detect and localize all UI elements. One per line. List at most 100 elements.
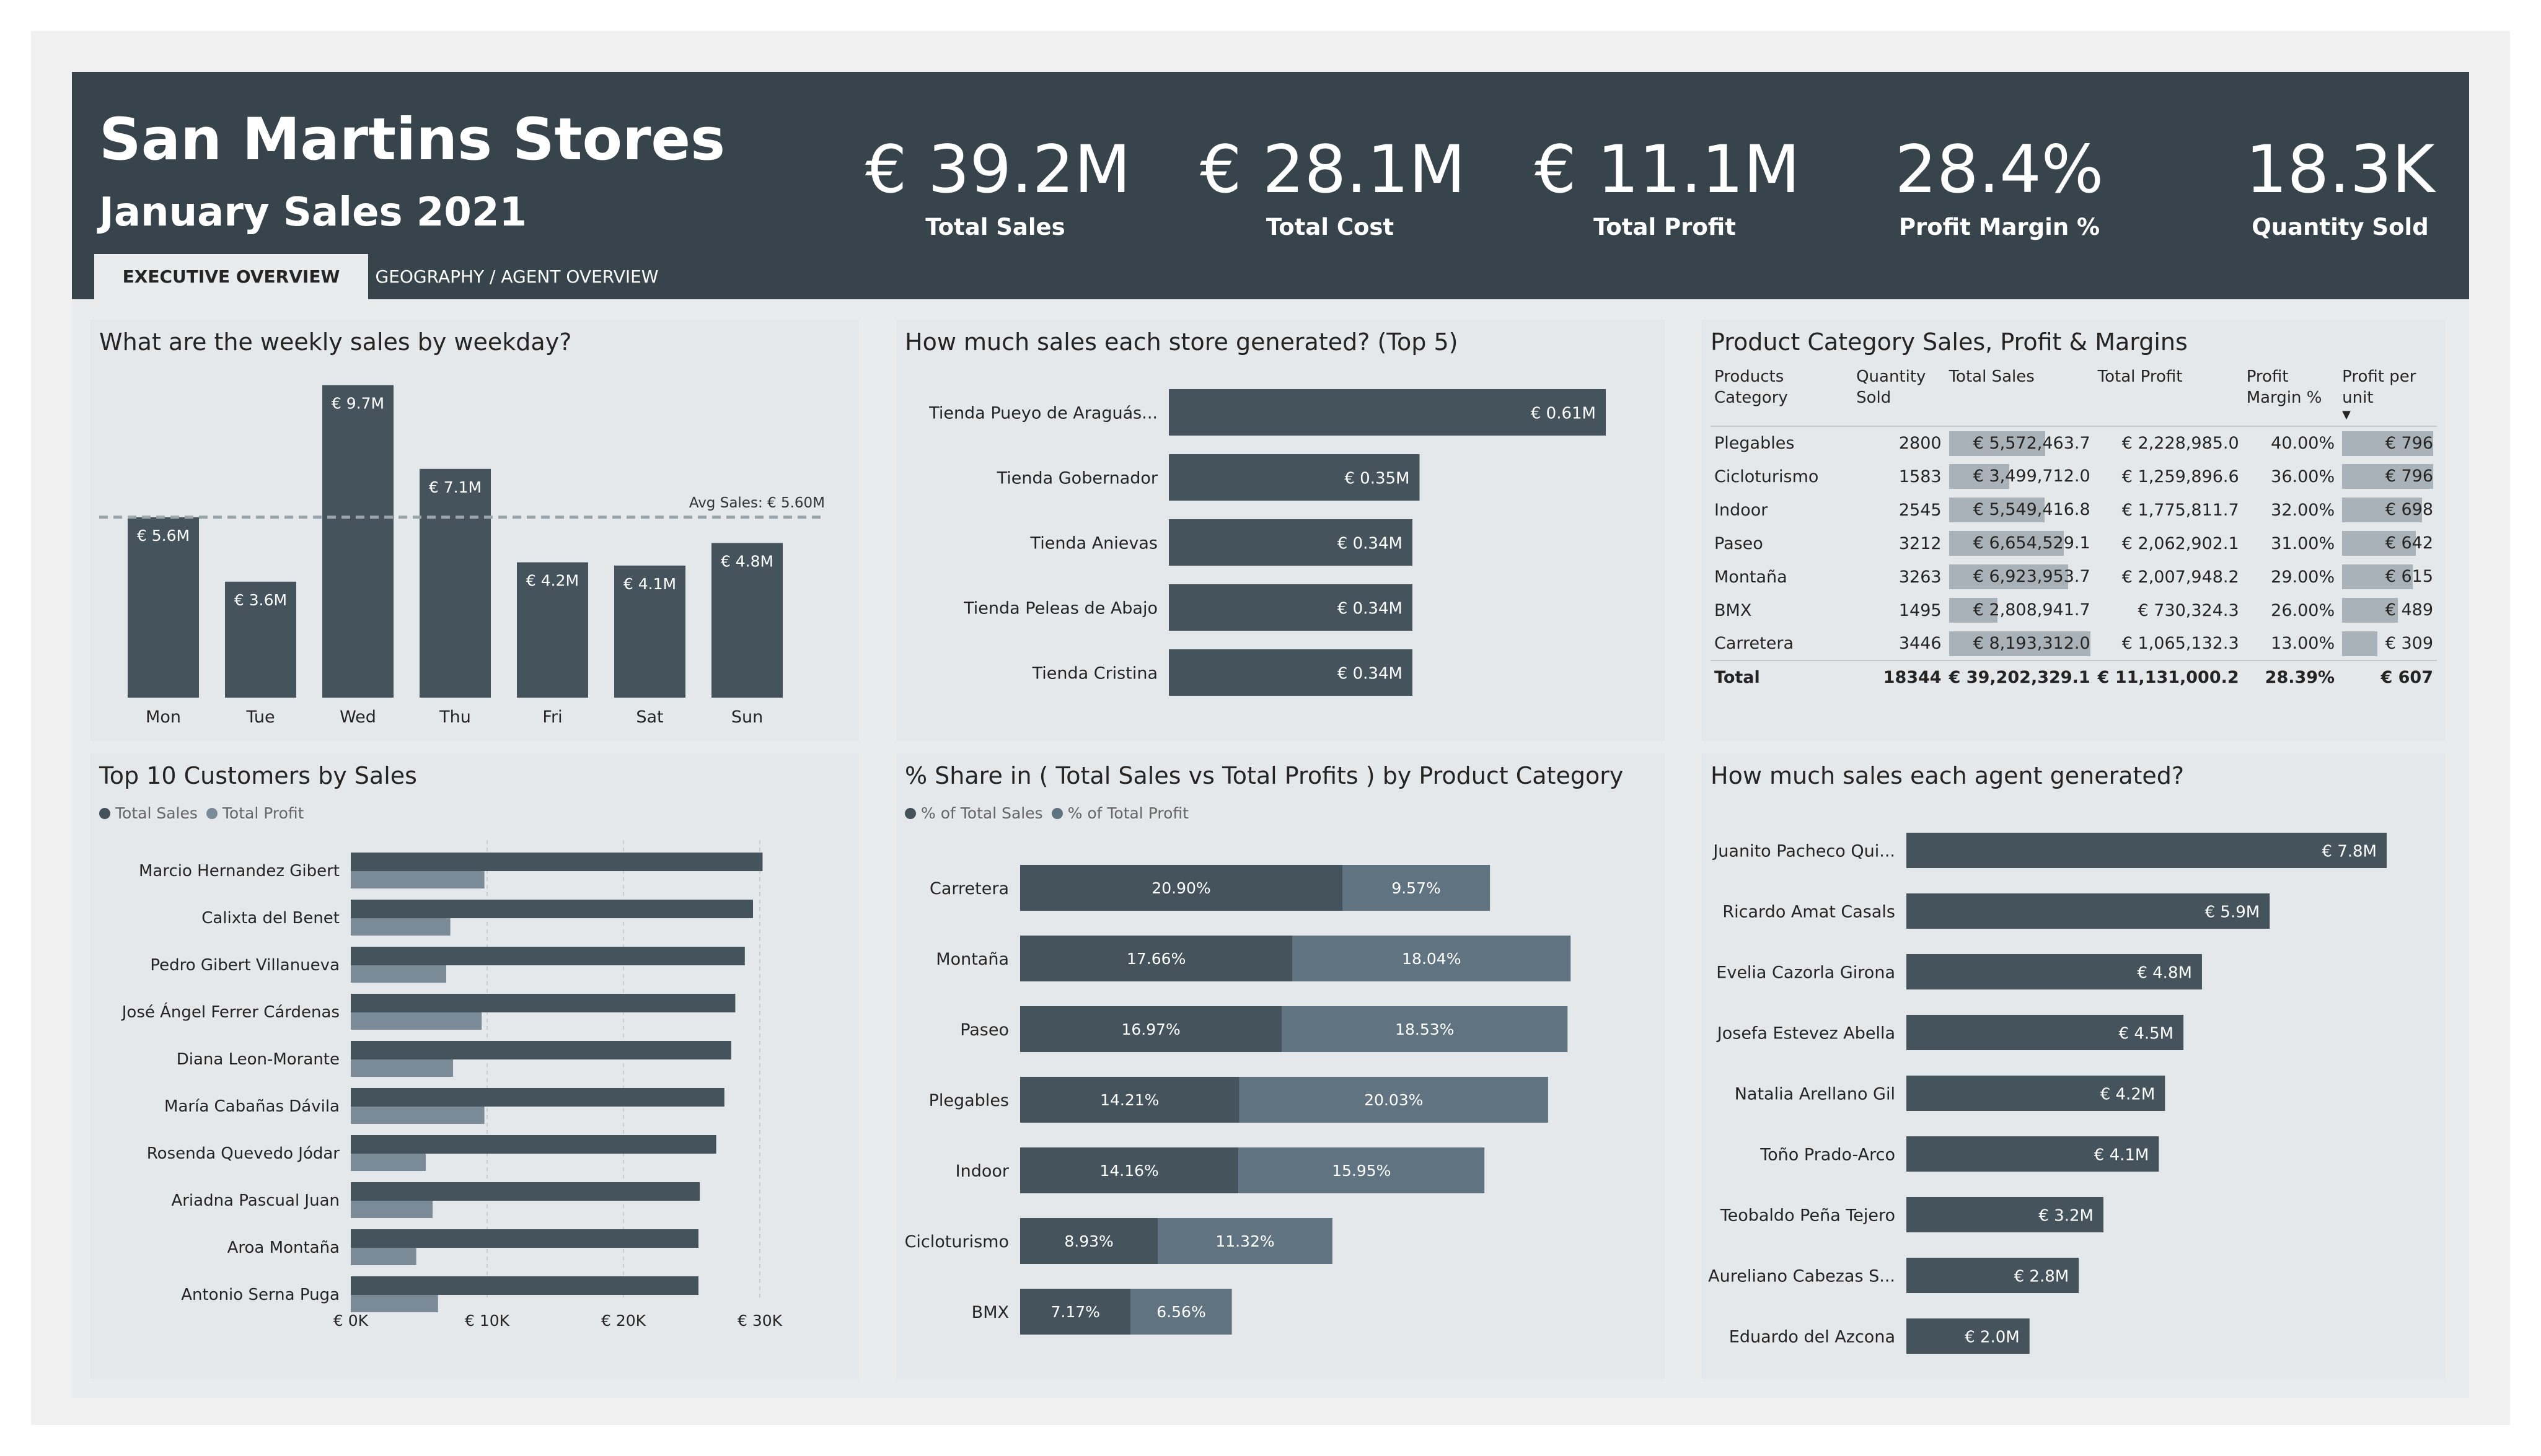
store-bar-label: € 0.35M [1344, 470, 1409, 488]
tab-geography-agent-overview[interactable]: GEOGRAPHY / AGENT OVERVIEW [368, 254, 666, 299]
cell-total-sales: € 5,572,463.7 [1945, 426, 2094, 460]
table-row[interactable]: Cicloturismo 1583 € 3,499,712.0 € 1,259,896… [1711, 460, 2437, 493]
customer-profit-bar-marcio-hernandez-gibert [351, 871, 485, 888]
customer-profit-bar-pedro-gibert-villanueva [351, 965, 446, 983]
customer-profit-bar-aroa-montana [351, 1248, 416, 1265]
databar-value: € 489 [2385, 600, 2433, 620]
customer-axis-label: Diana Leon-Morante [177, 1050, 340, 1069]
table-row[interactable]: Plegables 2800 € 5,572,463.7 € 2,228,985.0 4… [1711, 426, 2437, 460]
cell-total-sales: € 6,923,953.7 [1945, 560, 2094, 594]
weekday-axis-label: Wed [340, 708, 376, 727]
share-profit-label: 18.53% [1395, 1020, 1454, 1038]
store-sales-panel: How much sales each store generated? (To… [896, 320, 1665, 741]
store-bar-label: € 0.34M [1337, 665, 1403, 683]
kpi-total-sales: € 39.2M Total Sales [865, 133, 1131, 240]
cell-total-sales: € 3,499,712.0 [1945, 460, 2094, 493]
customer-sales-bar-aroa-montana [351, 1229, 698, 1248]
customer-profit-bar-ariadna-pascual-juan [351, 1201, 433, 1218]
databar-value: € 615 [2385, 567, 2433, 586]
total-margin: 28.39% [2242, 660, 2339, 694]
table-row[interactable]: Paseo 3212 € 6,654,529.1 € 2,062,902.1 31.00… [1711, 527, 2437, 560]
sort-down-icon[interactable]: ▼ [2342, 408, 2351, 422]
share-axis-label: Indoor [956, 1162, 1010, 1181]
share-profit-label: 6.56% [1156, 1303, 1205, 1321]
col-header-quantity[interactable]: Quantity Sold [1852, 367, 1945, 427]
agent-axis-label: Teobaldo Peña Tejero [1720, 1206, 1895, 1226]
customers-x-tick: € 10K [465, 1312, 510, 1330]
agent-axis-label: Ricardo Amat Casals [1722, 903, 1895, 922]
databar: € 2,808,941.7 [1949, 598, 2090, 623]
share-profit-label: 11.32% [1215, 1232, 1274, 1250]
top-customers-chart: € 0K € 10K € 20K € 30K Marcio Hernandez Gibe… [121, 840, 783, 1330]
cell-quantity: 2545 [1898, 500, 1942, 520]
databar: € 796 [2342, 464, 2433, 489]
share-panel: % Share in ( Total Sales vs Total Profit… [896, 753, 1665, 1379]
table-row[interactable]: Montaña 3263 € 6,923,953.7 € 2,007,948.2 29.… [1711, 560, 2437, 594]
cell-total-sales: € 6,654,529.1 [1945, 527, 2094, 560]
databar: € 3,499,712.0 [1949, 464, 2090, 489]
customers-x-tick: € 0K [333, 1312, 369, 1330]
cell-quantity: 1583 [1898, 467, 1942, 486]
store-axis-label: Tienda Peleas de Abajo [963, 599, 1158, 618]
share-axis-label: Carretera [930, 879, 1009, 898]
weekday-bar-thu [420, 468, 491, 698]
agent-bar-label: € 2.0M [1965, 1328, 2020, 1347]
share-axis-label: Paseo [960, 1020, 1009, 1040]
agent-bar-juanito-pacheco-qui [1906, 833, 2387, 868]
weekday-axis-label: Mon [146, 708, 181, 727]
databar-value: € 698 [2385, 500, 2433, 519]
col-header-category[interactable]: Products Category [1711, 367, 1853, 427]
customer-profit-bar-calixta-del-benet [351, 918, 451, 936]
databar: € 698 [2342, 498, 2433, 522]
weekday-bar-label: € 4.8M [721, 552, 773, 570]
kpi-label: Quantity Sold [2252, 213, 2429, 240]
customer-axis-label: José Ángel Ferrer Cárdenas [121, 1002, 340, 1022]
tab-executive-overview[interactable]: EXECUTIVE OVERVIEW [94, 254, 368, 299]
store-axis-label: Tienda Anievas [1030, 534, 1158, 553]
col-header-profit-per-unit-label: Profit per unit [2342, 367, 2416, 407]
total-label: Total [1711, 660, 1853, 694]
databar: € 309 [2342, 631, 2433, 656]
table-row[interactable]: Indoor 2545 € 5,549,416.8 € 1,775,811.7 32.0… [1711, 493, 2437, 527]
category-table-title: Product Category Sales, Profit & Margins [1711, 328, 2188, 356]
databar: € 5,549,416.8 [1949, 498, 2090, 522]
table-row[interactable]: BMX 1495 € 2,808,941.7 € 730,324.3 26.00% € 4… [1711, 594, 2437, 627]
total-profit-per-unit: € 607 [2338, 660, 2437, 694]
customer-sales-bar-marcio-hernandez-gibert [351, 853, 763, 871]
col-header-profit-per-unit[interactable]: Profit per unit ▼ [2338, 367, 2437, 427]
customer-sales-bar-antonio-serna-puga [351, 1276, 698, 1295]
databar: € 489 [2342, 598, 2433, 623]
weekday-axis-label: Sat [636, 708, 663, 727]
cell-quantity: 3263 [1898, 567, 1942, 587]
weekday-sales-chart: € 5.6M Mon € 3.6M Tue € 9.7M Wed € 7.1M Thu € 4.… [99, 385, 825, 727]
store-axis-label: Tienda Gobernador [997, 469, 1158, 488]
store-axis-label: Tienda Pueyo de Araguás... [928, 404, 1158, 423]
weekday-bar-label: € 4.1M [623, 575, 676, 593]
share-sales-label: 20.90% [1152, 879, 1210, 897]
kpi-total-cost: € 28.1M Total Cost [1200, 133, 1466, 240]
cell-total-profit: € 1,775,811.7 [2121, 500, 2239, 520]
store-bar-label: € 0.61M [1531, 405, 1596, 423]
databar: € 6,654,529.1 [1949, 531, 2090, 556]
cell-total-profit: € 2,007,948.2 [2121, 567, 2239, 587]
cell-profit-margin: 32.00% [2271, 500, 2335, 520]
customer-axis-label: Antonio Serna Puga [181, 1286, 340, 1304]
agent-axis-label: Natalia Arellano Gil [1735, 1085, 1895, 1104]
cell-profit-margin: 36.00% [2271, 467, 2335, 486]
cell-profit-per-unit: € 309 [2338, 627, 2437, 660]
col-header-total-profit[interactable]: Total Profit [2094, 367, 2243, 427]
cell-total-profit: € 1,065,132.3 [2121, 634, 2239, 653]
table-total-row: Total 18344 € 39,202,329.1 € 11,131,000.2 28… [1711, 660, 2437, 694]
col-header-total-sales[interactable]: Total Sales [1945, 367, 2094, 427]
kpi-label: Total Sales [925, 213, 1065, 240]
table-row[interactable]: Carretera 3446 € 8,193,312.0 € 1,065,132.3 1… [1711, 627, 2437, 660]
weekday-sales-panel: What are the weekly sales by weekday? € … [90, 320, 859, 741]
customer-profit-bar-diana-leon-morante [351, 1059, 453, 1077]
col-header-profit-margin[interactable]: Profit Margin % [2242, 367, 2339, 427]
share-axis-label: Montaña [936, 950, 1009, 969]
databar-value: € 5,572,463.7 [1973, 433, 2090, 453]
share-sales-label: 14.21% [1100, 1091, 1159, 1109]
cell-category: Cicloturismo [1714, 467, 1819, 486]
agent-axis-label: Eduardo del Azcona [1729, 1328, 1895, 1347]
databar-value: € 309 [2385, 633, 2433, 653]
